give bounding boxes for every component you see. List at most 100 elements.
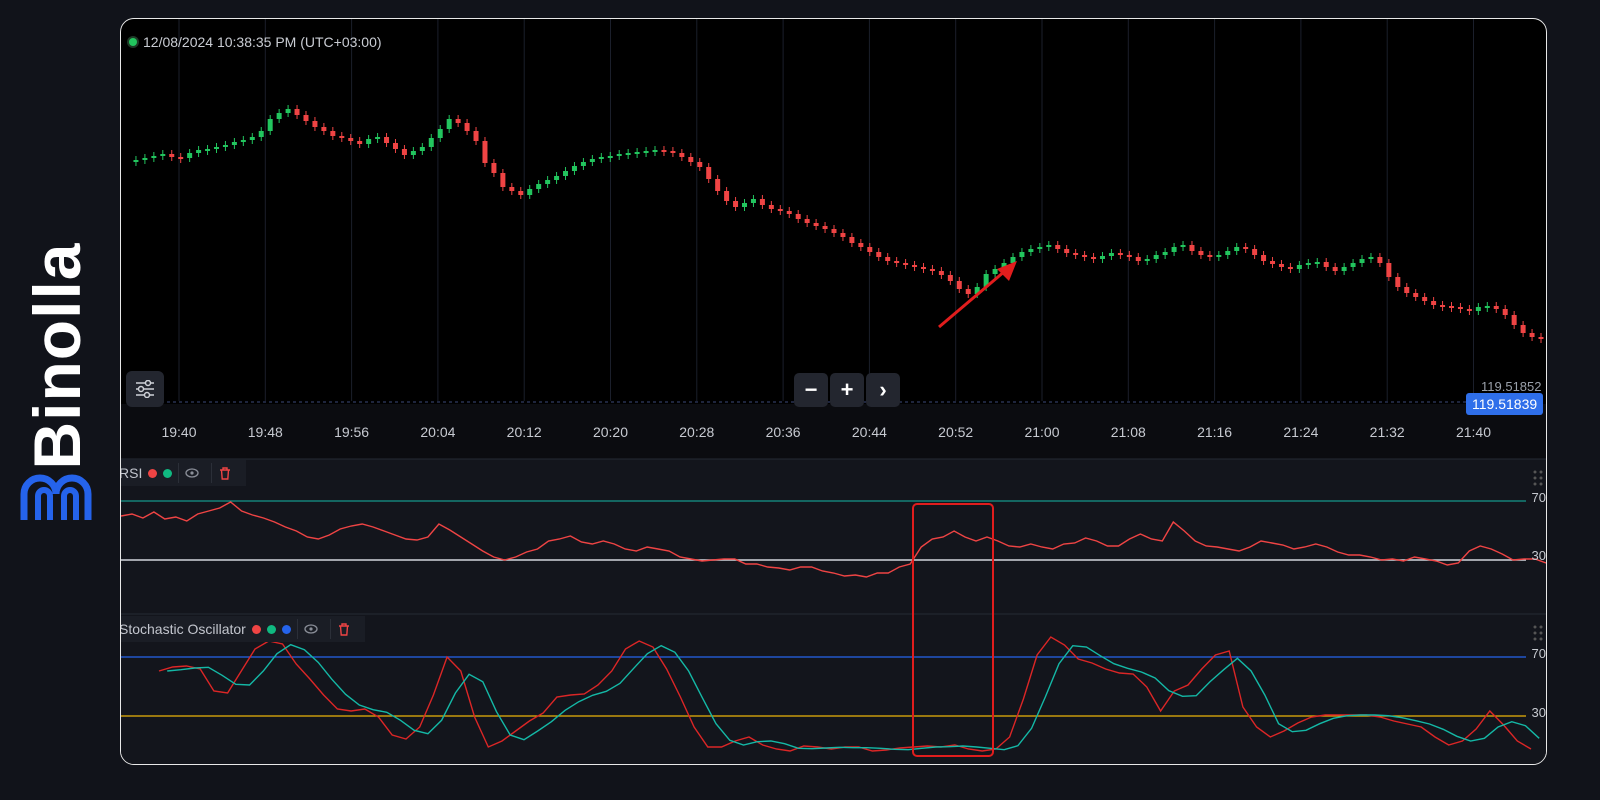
- candle-body: [1028, 249, 1034, 252]
- zoom-in-button[interactable]: +: [830, 373, 864, 407]
- candle-body: [1046, 245, 1052, 247]
- candle-body: [187, 153, 193, 158]
- candle-body: [1171, 247, 1177, 252]
- stochastic-color-dot-1[interactable]: [251, 624, 261, 634]
- candle-body: [151, 156, 157, 158]
- time-axis-label: 21:16: [1197, 424, 1232, 440]
- stochastic-color-dot-2[interactable]: [266, 624, 276, 634]
- candle-body: [813, 223, 819, 226]
- candle-body: [580, 162, 586, 166]
- candle-body: [1538, 337, 1544, 339]
- rsi-level-70: 70: [1531, 490, 1546, 505]
- candle-body: [464, 123, 470, 131]
- stochastic-delete-button[interactable]: [329, 619, 357, 639]
- candle-body: [1413, 293, 1419, 297]
- candle-body: [482, 141, 488, 163]
- candle-body: [643, 151, 649, 153]
- candle-body: [285, 109, 291, 113]
- candle-body: [410, 151, 416, 155]
- time-axis-label: 19:56: [334, 424, 369, 440]
- candle-body: [1091, 257, 1097, 259]
- candle-body: [1305, 263, 1311, 265]
- candle-body: [473, 131, 479, 141]
- candle-body: [768, 205, 774, 209]
- candle-body: [536, 184, 542, 189]
- candle-body: [196, 150, 202, 153]
- candle-body: [1099, 256, 1105, 259]
- candle-body: [491, 163, 497, 173]
- candle-body: [885, 257, 891, 261]
- rsi-drag-handle-icon[interactable]: [1532, 469, 1544, 487]
- time-axis-label: 21:08: [1111, 424, 1146, 440]
- candle-body: [634, 152, 640, 154]
- candle-body: [1449, 306, 1455, 308]
- candle-body: [330, 131, 336, 136]
- candle-body: [1082, 255, 1088, 257]
- time-axis-label: 20:44: [852, 424, 887, 440]
- candle-body: [697, 162, 703, 167]
- time-axis-label: 20:12: [507, 424, 542, 440]
- scroll-next-button[interactable]: ›: [866, 373, 900, 407]
- rsi-color-dot-1[interactable]: [148, 468, 158, 478]
- stochastic-drag-handle-icon[interactable]: [1532, 624, 1544, 642]
- candle-body: [840, 233, 846, 237]
- candle-body: [1341, 267, 1347, 271]
- candle-body: [920, 267, 926, 269]
- sliders-icon: [136, 380, 154, 398]
- stochastic-level-30: 30: [1531, 705, 1546, 720]
- candle-body: [1395, 277, 1401, 287]
- candle-body: [419, 147, 425, 151]
- time-axis-label: 20:28: [679, 424, 714, 440]
- stochastic-color-dot-3[interactable]: [281, 624, 291, 634]
- candle-body: [563, 171, 569, 176]
- candle-body: [804, 219, 810, 223]
- candle-body: [1037, 247, 1043, 249]
- candle-body: [715, 179, 721, 191]
- candle-body: [1225, 251, 1231, 255]
- zoom-controls: − + ›: [794, 373, 900, 407]
- chart-settings-button[interactable]: [126, 371, 164, 407]
- current-price-badge: 119.51839: [1466, 393, 1544, 415]
- stochastic-level-70: 70: [1531, 646, 1546, 661]
- time-axis-label: 21:40: [1456, 424, 1491, 440]
- candle-body: [1180, 245, 1186, 247]
- candle-body: [1457, 307, 1463, 309]
- candle-body: [607, 156, 613, 158]
- candle-body: [929, 269, 935, 271]
- candle-body: [303, 115, 309, 121]
- candle-body: [1019, 252, 1025, 257]
- stochastic-visibility-button[interactable]: [296, 619, 324, 639]
- chevron-right-icon: ›: [879, 377, 887, 402]
- candle-body: [992, 269, 998, 274]
- time-axis-label: 21:24: [1283, 424, 1318, 440]
- candle-body: [733, 201, 739, 207]
- candle-body: [231, 142, 237, 145]
- zoom-out-button[interactable]: −: [794, 373, 828, 407]
- candle-body: [1323, 262, 1329, 267]
- candle-body: [679, 153, 685, 157]
- brand-name: Binolla: [20, 242, 94, 470]
- rsi-color-dot-2[interactable]: [163, 468, 173, 478]
- candle-body: [1198, 251, 1204, 255]
- candle-body: [500, 173, 506, 187]
- annotation-arrow-head: [997, 261, 1017, 281]
- candle-body: [1404, 287, 1410, 293]
- rsi-visibility-button[interactable]: [178, 463, 205, 483]
- eye-icon: [185, 468, 199, 478]
- candle-body: [750, 199, 756, 203]
- candle-body: [616, 154, 622, 156]
- candle-body: [1475, 307, 1481, 311]
- time-axis-label: 20:04: [420, 424, 455, 440]
- candle-body: [1243, 247, 1249, 249]
- candle-body: [446, 119, 452, 129]
- candle-body: [1493, 306, 1499, 309]
- candle-body: [455, 119, 461, 123]
- candle-body: [348, 138, 354, 141]
- candle-body: [956, 281, 962, 289]
- candle-body: [1234, 247, 1240, 251]
- rsi-delete-button[interactable]: [211, 463, 238, 483]
- candle-body: [894, 261, 900, 263]
- candle-body: [1386, 263, 1392, 277]
- candle-body: [312, 121, 318, 127]
- candle-body: [1055, 245, 1061, 249]
